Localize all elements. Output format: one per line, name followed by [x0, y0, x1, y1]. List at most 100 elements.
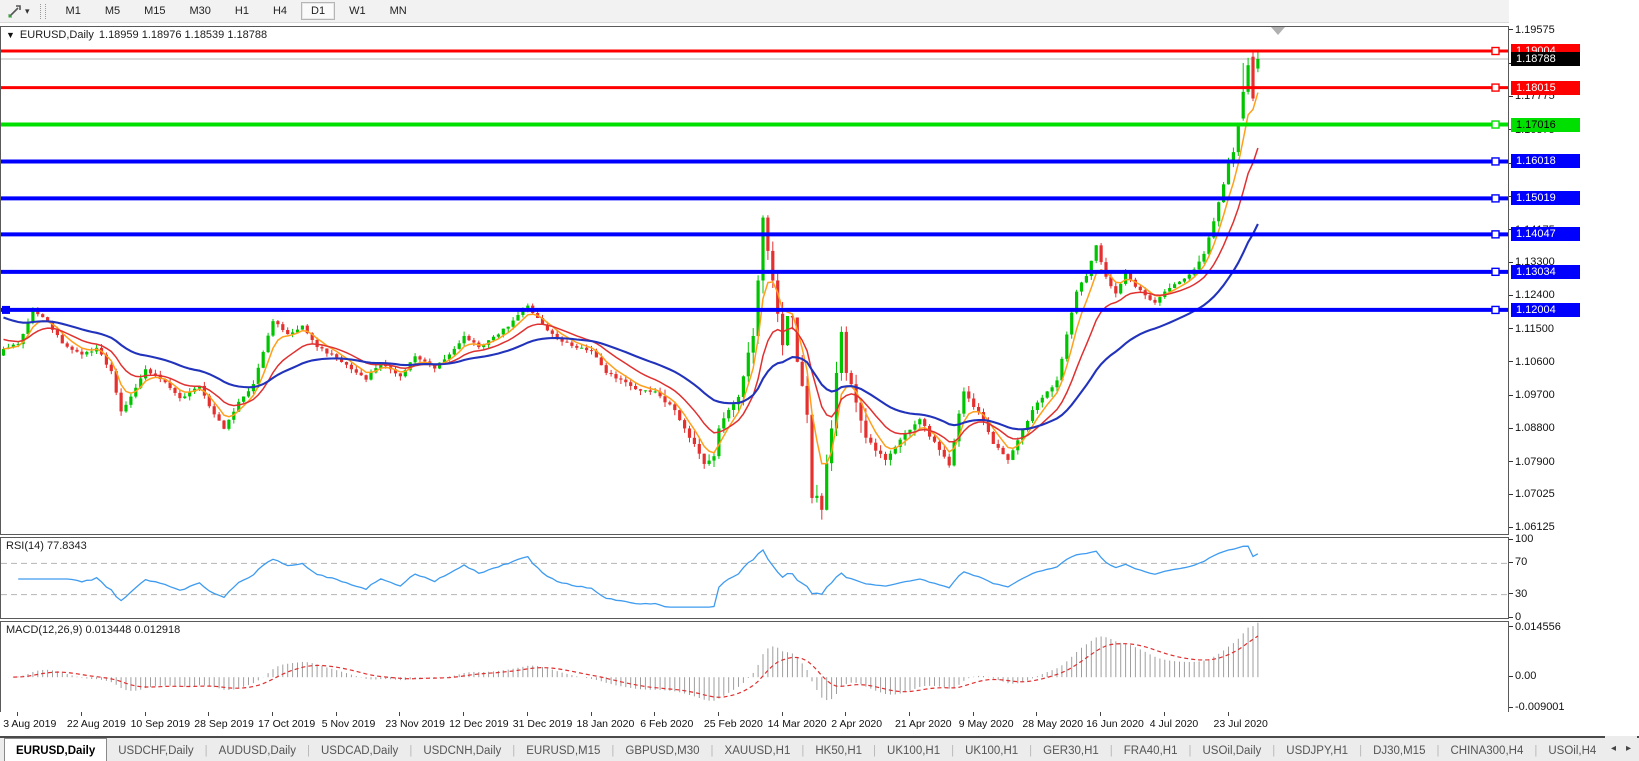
timeframe-toolbar: ▾ M1M5M15 M30H1H4D1W1MN	[0, 0, 1639, 23]
date-label: 28 May 2020	[1022, 718, 1083, 730]
timeframe-button-m1[interactable]: M1	[56, 2, 91, 20]
date-label: 3 Aug 2019	[3, 718, 56, 730]
price-chart-panel[interactable]: ▼ EURUSD,Daily 1.18959 1.18976 1.18539 1…	[0, 26, 1509, 535]
rsi-tick-30: 30	[1509, 588, 1527, 600]
chart-tab-usdjpy-h1[interactable]: USDJPY,H1	[1275, 738, 1359, 761]
date-label: 14 Mar 2020	[768, 718, 827, 730]
chart-tab-usdcad-daily[interactable]: USDCAD,Daily	[310, 738, 409, 761]
timeframe-button-m30[interactable]: M30	[180, 2, 221, 20]
chart-tab-gbpusd-m30[interactable]: GBPUSD,M30	[614, 738, 710, 761]
chart-tab-ger30-h1[interactable]: GER30,H1	[1032, 738, 1110, 761]
toolbar-grip	[40, 4, 46, 19]
timeframe-button-d1[interactable]: D1	[301, 2, 335, 20]
timeframe-button-m15[interactable]: M15	[134, 2, 175, 20]
price-tag-1.18788: 1.18788	[1511, 52, 1580, 66]
price-tag-1.17016: 1.17016	[1511, 118, 1580, 132]
chart-tab-dj30-m15[interactable]: DJ30,M15	[1362, 738, 1436, 761]
chart-ohlc-values: 1.18959 1.18976 1.18539 1.18788	[99, 29, 267, 41]
mt4-chart-window: ▾ M1M5M15 M30H1H4D1W1MN ▼ EURUSD,Daily 1.…	[0, 0, 1639, 761]
date-tick	[208, 712, 209, 716]
tab-scroll-controls: ◂ ▸	[1605, 736, 1637, 761]
date-tick	[463, 712, 464, 716]
chart-tab-usoil-daily[interactable]: USOil,Daily	[1191, 738, 1272, 761]
price-tick-1.10600: 1.10600	[1509, 356, 1555, 368]
line-handle[interactable]	[1492, 195, 1499, 202]
candles	[2, 50, 1260, 519]
chart-header: ▼ EURUSD,Daily 1.18959 1.18976 1.18539 1…	[6, 29, 267, 41]
chart-tab-xauusd-h1[interactable]: XAUUSD,H1	[714, 738, 802, 761]
candlestick-chart[interactable]	[1, 27, 1508, 534]
timeframe-button-h4[interactable]: H4	[263, 2, 297, 20]
chart-shift-marker[interactable]	[1271, 27, 1285, 35]
chart-symbol-label: EURUSD,Daily	[20, 29, 94, 41]
price-tick-1.07025: 1.07025	[1509, 488, 1555, 500]
price-tick-1.08800: 1.08800	[1509, 422, 1555, 434]
date-tick	[973, 712, 974, 716]
timeframe-button-w1[interactable]: W1	[339, 2, 376, 20]
date-label: 28 Sep 2019	[194, 718, 254, 730]
price-tick-1.12400: 1.12400	[1509, 289, 1555, 301]
chart-header-collapse-icon[interactable]: ▼	[6, 30, 15, 40]
date-tick	[1164, 712, 1165, 716]
date-tick	[845, 712, 846, 716]
macd-histogram	[4, 623, 1258, 701]
date-tick	[145, 712, 146, 716]
rsi-panel[interactable]: RSI(14) 77.8343	[0, 537, 1509, 619]
line-handle[interactable]	[1492, 306, 1499, 313]
timeframe-button-m5[interactable]: M5	[95, 2, 130, 20]
date-label: 22 Aug 2019	[67, 718, 126, 730]
price-tag-1.15019: 1.15019	[1511, 191, 1580, 205]
price-tag-1.16018: 1.16018	[1511, 154, 1580, 168]
macd-chart[interactable]	[1, 622, 1508, 712]
timeframe-button-h1[interactable]: H1	[225, 2, 259, 20]
chart-tab-uk100-h1[interactable]: UK100,H1	[954, 738, 1029, 761]
rsi-label: RSI(14) 77.8343	[6, 540, 87, 552]
line-handle[interactable]	[1492, 231, 1499, 238]
rsi-tick-100: 100	[1509, 533, 1533, 545]
date-label: 25 Feb 2020	[704, 718, 763, 730]
line-handle-left[interactable]	[2, 306, 10, 314]
tab-scroll-left-icon[interactable]: ◂	[1611, 743, 1616, 754]
date-tick	[782, 712, 783, 716]
date-tick	[527, 712, 528, 716]
date-tick	[399, 712, 400, 716]
date-label: 17 Oct 2019	[258, 718, 315, 730]
line-handle[interactable]	[1492, 121, 1499, 128]
date-tick	[336, 712, 337, 716]
chart-tab-audusd-daily[interactable]: AUDUSD,Daily	[208, 738, 307, 761]
date-tick	[654, 712, 655, 716]
rsi-chart[interactable]	[1, 538, 1508, 618]
date-label: 21 Apr 2020	[895, 718, 952, 730]
price-axis: 1.195751.186751.177751.168751.159751.150…	[1509, 0, 1639, 761]
line-handle[interactable]	[1492, 158, 1499, 165]
chart-tab-usdchf-daily[interactable]: USDCHF,Daily	[107, 738, 204, 761]
chart-tab-eurusd-daily[interactable]: EURUSD,Daily	[4, 738, 107, 761]
price-tag-1.12004: 1.12004	[1511, 303, 1580, 317]
date-label: 4 Jul 2020	[1150, 718, 1198, 730]
chart-tab-usdcnh-daily[interactable]: USDCNH,Daily	[412, 738, 512, 761]
chart-tab-hk50-h1[interactable]: HK50,H1	[804, 738, 873, 761]
date-label: 18 Jan 2020	[577, 718, 635, 730]
price-tick-1.09700: 1.09700	[1509, 389, 1555, 401]
tab-scroll-right-icon[interactable]: ▸	[1626, 743, 1631, 754]
chart-tab-china300-h4[interactable]: CHINA300,H4	[1439, 738, 1534, 761]
price-tag-1.18015: 1.18015	[1511, 81, 1580, 95]
chart-tab-usoil-h4[interactable]: USOil,H4	[1537, 738, 1607, 761]
line-handle[interactable]	[1492, 48, 1499, 55]
date-label: 12 Dec 2019	[449, 718, 509, 730]
chart-tab-fra40-h1[interactable]: FRA40,H1	[1113, 738, 1189, 761]
date-tick	[1100, 712, 1101, 716]
date-label: 31 Dec 2019	[513, 718, 573, 730]
timeframe-button-mn[interactable]: MN	[380, 2, 417, 20]
date-tick	[81, 712, 82, 716]
chart-tab-uk100-h1[interactable]: UK100,H1	[876, 738, 951, 761]
date-tick	[909, 712, 910, 716]
line-handle[interactable]	[1492, 84, 1499, 91]
chart-tab-eurusd-m15[interactable]: EURUSD,M15	[515, 738, 611, 761]
macd-panel[interactable]: MACD(12,26,9) 0.013448 0.012918	[0, 621, 1509, 713]
price-tick-1.19575: 1.19575	[1509, 24, 1555, 36]
crosshair-tool-icon[interactable]	[5, 3, 23, 19]
tool-dropdown-caret[interactable]: ▾	[25, 6, 30, 17]
macd-tick-0.014556: 0.014556	[1509, 621, 1561, 633]
line-handle[interactable]	[1492, 268, 1499, 275]
